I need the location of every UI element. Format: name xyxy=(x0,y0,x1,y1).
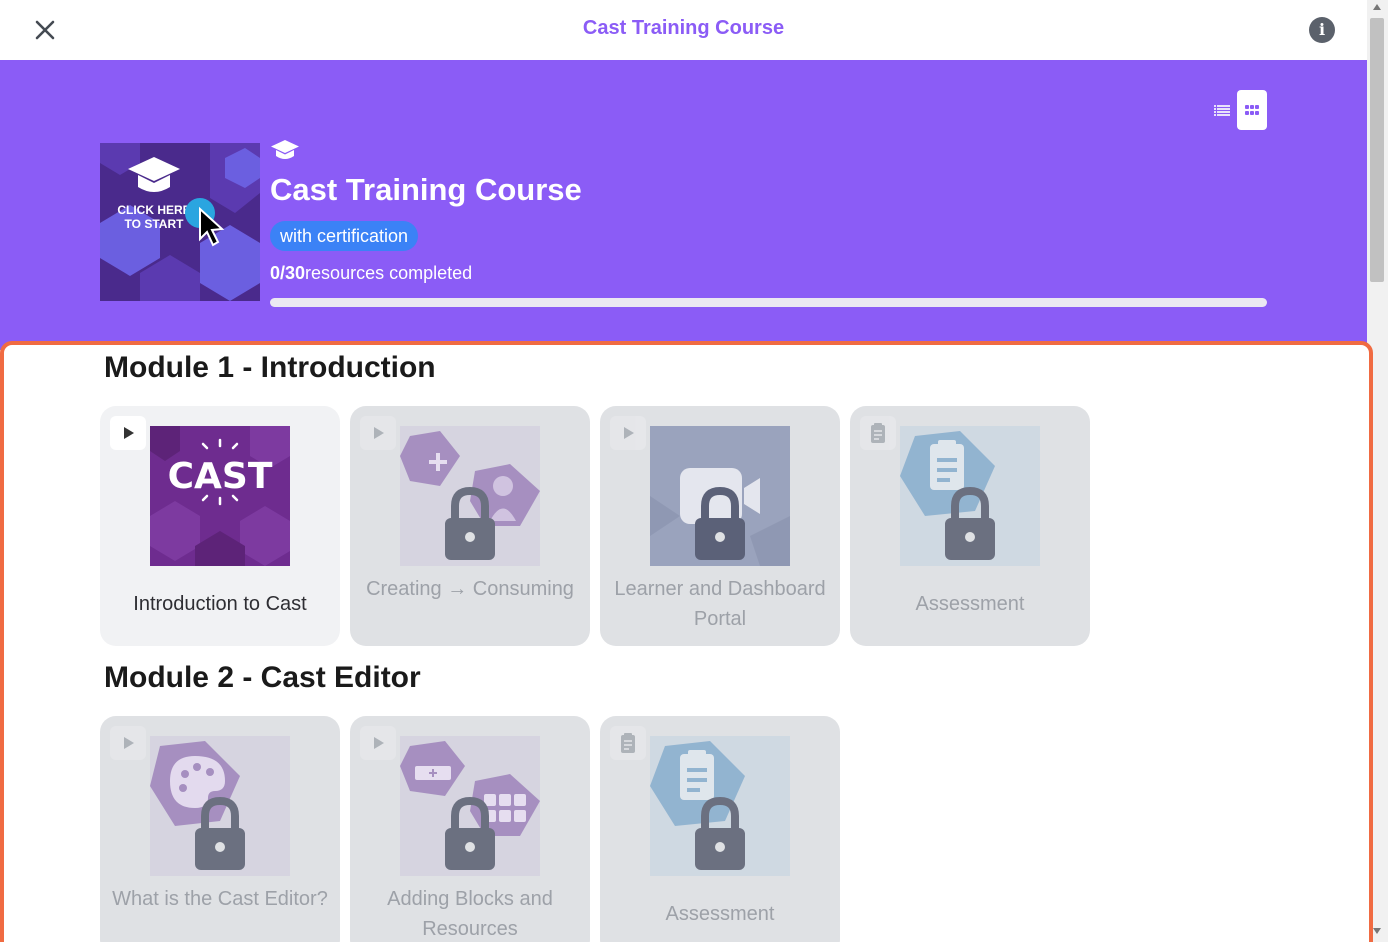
certification-badge: with certification xyxy=(270,221,419,251)
scrollbar-thumb[interactable] xyxy=(1370,18,1384,282)
course-header: CLICK HERE TO START Cast Training Course… xyxy=(0,60,1367,350)
card-image xyxy=(650,736,790,876)
page-title: Cast Training Course xyxy=(582,17,785,39)
progress-label: resources completed xyxy=(305,263,473,283)
info-icon: i xyxy=(1318,20,1326,39)
grid-view-button[interactable] xyxy=(1237,90,1267,130)
resource-card-creating-consuming[interactable]: Creating → Consuming xyxy=(350,406,590,646)
progress-text: 0/30resources completed xyxy=(270,263,472,284)
thumbnail-text-line1: CLICK HERE xyxy=(117,203,190,217)
info-button[interactable]: i xyxy=(1309,17,1335,43)
resource-card-what-is-cast-editor[interactable]: What is the Cast Editor? xyxy=(100,716,340,942)
play-icon xyxy=(110,416,146,450)
play-icon xyxy=(360,726,396,760)
resource-card-adding-blocks-resources[interactable]: Adding Blocks and Resources xyxy=(350,716,590,942)
cast-logo-text: CAST xyxy=(168,456,273,497)
graduation-cap-icon xyxy=(270,138,300,162)
thumbnail-text-line2: TO START xyxy=(125,217,185,231)
card-label: Learner and Dashboard Portal xyxy=(614,578,826,630)
card-image xyxy=(400,736,540,876)
card-label: Adding Blocks and Resources xyxy=(387,888,553,940)
play-icon xyxy=(360,416,396,450)
list-view-icon xyxy=(1214,105,1230,116)
card-label: Assessment xyxy=(915,593,1025,615)
play-icon xyxy=(610,416,646,450)
resource-card-introduction-to-cast[interactable]: CAST Introduction to Cast xyxy=(100,406,340,646)
list-view-button[interactable] xyxy=(1205,90,1237,130)
card-image: CAST xyxy=(150,426,290,566)
modules-panel: Module 1 - Introduction CAST Introductio… xyxy=(0,341,1373,942)
top-bar: Cast Training Course i xyxy=(0,0,1367,60)
play-icon xyxy=(110,726,146,760)
card-image xyxy=(400,426,540,566)
card-image xyxy=(150,736,290,876)
clipboard-icon xyxy=(610,726,646,760)
resource-card-assessment-1[interactable]: Assessment xyxy=(850,406,1090,646)
card-image xyxy=(900,426,1040,566)
progress-count: 0/30 xyxy=(270,263,306,283)
resource-card-assessment-2[interactable]: Assessment xyxy=(600,716,840,942)
module-title: Module 1 - Introduction xyxy=(104,351,436,384)
grid-view-icon xyxy=(1245,105,1259,115)
card-label: Creating → Consuming xyxy=(366,578,574,600)
card-image xyxy=(650,426,790,566)
course-thumbnail[interactable]: CLICK HERE TO START xyxy=(100,143,260,301)
scroll-down-arrow[interactable] xyxy=(1373,928,1381,934)
card-label: Assessment xyxy=(665,903,775,925)
module-title: Module 2 - Cast Editor xyxy=(104,661,421,694)
resource-card-learner-dashboard-portal[interactable]: Learner and Dashboard Portal xyxy=(600,406,840,646)
clipboard-icon xyxy=(860,416,896,450)
course-title: Cast Training Course xyxy=(270,172,582,207)
progress-bar xyxy=(270,298,1267,307)
scroll-up-arrow[interactable] xyxy=(1373,4,1381,10)
card-label: Introduction to Cast xyxy=(133,593,307,615)
view-toggle xyxy=(1205,90,1267,130)
card-label: What is the Cast Editor? xyxy=(112,888,328,910)
